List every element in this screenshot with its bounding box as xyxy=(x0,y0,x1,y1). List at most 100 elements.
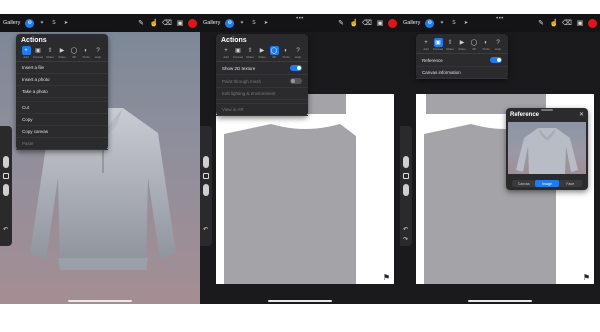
reference-drag-handle[interactable] xyxy=(541,109,553,111)
color-swatch[interactable] xyxy=(588,18,597,28)
eyedropper-square[interactable] xyxy=(403,173,409,179)
tab-add[interactable]: + Add xyxy=(20,46,32,59)
show-2d-texture-toggle[interactable] xyxy=(290,65,302,71)
layers-icon[interactable]: ▣ xyxy=(575,18,585,28)
reference-toggle[interactable] xyxy=(490,57,502,63)
wrench-icon[interactable]: ⚙ xyxy=(25,18,35,28)
tab-prefs[interactable]: ◐ Prefs xyxy=(480,38,492,52)
tab-3d[interactable]: ◯ 3D xyxy=(68,46,80,59)
brush-size-slider[interactable] xyxy=(3,156,9,168)
layers-icon[interactable]: ▣ xyxy=(375,18,385,28)
gallery-button[interactable]: Gallery xyxy=(203,20,220,26)
tab-canvas[interactable]: ▣ Canvas xyxy=(232,46,244,59)
tab-share[interactable]: ⇧ Share xyxy=(44,46,56,59)
tab-add[interactable]: + Add xyxy=(420,38,432,52)
procreate-screen-3d-menu: Gallery ⚙ ✶ S ➤ ••• ✎ ☝ ⌫ ▣ ⚑ Actions + A… xyxy=(200,14,400,304)
canvas-icon: ▣ xyxy=(235,48,241,54)
tab-video[interactable]: ▶ Video xyxy=(456,38,468,51)
brush-icon[interactable]: ✎ xyxy=(336,18,346,28)
menu-item-edit-lighting[interactable]: Edit lighting & environment xyxy=(216,88,308,100)
eraser-icon[interactable]: ⌫ xyxy=(562,18,572,28)
tab-video[interactable]: ▶ Video xyxy=(56,46,68,59)
tab-share[interactable]: ⇧ Share xyxy=(444,38,456,51)
menu-item-insert-photo[interactable]: Insert a photo xyxy=(16,74,108,86)
selection-icon[interactable]: S xyxy=(49,19,58,28)
brush-icon[interactable]: ✎ xyxy=(536,18,546,28)
reference-window[interactable]: Reference ✕ Canvas Image Face xyxy=(506,108,588,190)
opacity-slider[interactable] xyxy=(203,184,209,196)
segment-face[interactable]: Face xyxy=(559,180,582,187)
adjustments-icon[interactable]: ✶ xyxy=(37,19,46,28)
wrench-icon[interactable]: ⚙ xyxy=(225,18,235,28)
help-icon: ? xyxy=(296,47,300,54)
eraser-icon[interactable]: ⌫ xyxy=(162,18,172,28)
share-icon: ⇧ xyxy=(447,40,453,46)
tab-share[interactable]: ⇧ Share xyxy=(244,46,256,59)
brush-icon[interactable]: ✎ xyxy=(136,18,146,28)
transform-icon[interactable]: ➤ xyxy=(61,19,70,28)
color-swatch[interactable] xyxy=(388,18,397,28)
tab-prefs[interactable]: ◐ Prefs xyxy=(280,46,292,60)
reference-mode-segmented: Canvas Image Face xyxy=(512,180,582,187)
opacity-slider[interactable] xyxy=(403,184,409,196)
more-dots[interactable]: ••• xyxy=(496,16,504,22)
close-icon[interactable]: ✕ xyxy=(579,111,584,118)
eraser-icon[interactable]: ⌫ xyxy=(362,18,372,28)
gallery-button[interactable]: Gallery xyxy=(3,20,20,26)
tab-help[interactable]: ? Help xyxy=(92,46,104,60)
tab-help[interactable]: ? Help xyxy=(492,38,504,52)
tab-canvas[interactable]: ▣ Canvas xyxy=(32,46,44,59)
menu-item-take-photo[interactable]: Take a photo xyxy=(16,86,108,98)
texture-canvas[interactable]: ⚑ xyxy=(216,94,394,284)
segment-image[interactable]: Image xyxy=(535,180,559,187)
tab-prefs[interactable]: ◐ Prefs xyxy=(80,46,92,60)
eyedropper-square[interactable] xyxy=(203,173,209,179)
gallery-button[interactable]: Gallery xyxy=(403,20,420,26)
selection-icon[interactable]: S xyxy=(249,19,258,28)
menu-item-canvas-information[interactable]: Canvas information xyxy=(416,67,508,79)
procreate-screen-add-menu: Gallery ⚙ ✶ S ➤ ✎ ☝ ⌫ ▣ Actions + Add ▣ Ca… xyxy=(0,14,200,304)
tab-add[interactable]: + Add xyxy=(220,46,232,60)
segment-canvas[interactable]: Canvas xyxy=(512,180,535,187)
smudge-icon[interactable]: ☝ xyxy=(549,18,559,28)
3d-icon: ◯ xyxy=(470,40,478,46)
menu-item-view-in-ar[interactable]: View in AR xyxy=(216,104,308,116)
layers-icon[interactable]: ▣ xyxy=(175,18,185,28)
brush-size-slider[interactable] xyxy=(203,156,209,168)
adjustments-icon[interactable]: ✶ xyxy=(237,19,246,28)
menu-item-reference[interactable]: Reference xyxy=(416,54,508,67)
opacity-slider[interactable] xyxy=(3,184,9,196)
menu-item-paste[interactable]: Paste xyxy=(16,138,108,150)
tab-3d[interactable]: ◯ 3D xyxy=(268,46,280,59)
menu-item-show-2d-texture[interactable]: Show 2D texture xyxy=(216,62,308,75)
undo-icon[interactable]: ↶ xyxy=(3,226,8,233)
shirt-texture-body xyxy=(224,124,356,284)
tab-help[interactable]: ? Help xyxy=(292,46,304,60)
3d-icon: ◯ xyxy=(70,48,78,54)
wrench-icon[interactable]: ⚙ xyxy=(425,18,435,28)
menu-item-copy[interactable]: Copy xyxy=(16,114,108,126)
tab-canvas[interactable]: ▣ Canvas xyxy=(432,38,444,51)
plus-icon: + xyxy=(21,46,31,55)
adjustments-icon[interactable]: ✶ xyxy=(437,19,446,28)
transform-icon[interactable]: ➤ xyxy=(261,19,270,28)
color-swatch[interactable] xyxy=(188,18,197,28)
redo-icon[interactable]: ↷ xyxy=(403,236,408,243)
undo-icon[interactable]: ↶ xyxy=(403,226,408,233)
actions-title: Actions xyxy=(221,37,247,44)
undo-icon[interactable]: ↶ xyxy=(203,226,208,233)
brush-size-slider[interactable] xyxy=(403,156,409,168)
tab-video[interactable]: ▶ Video xyxy=(256,46,268,59)
menu-item-copy-canvas[interactable]: Copy canvas xyxy=(16,126,108,138)
smudge-icon[interactable]: ☝ xyxy=(149,18,159,28)
tab-3d[interactable]: ◯ 3D xyxy=(468,38,480,51)
selection-icon[interactable]: S xyxy=(449,19,458,28)
eyedropper-square[interactable] xyxy=(3,173,9,179)
menu-item-paint-through-mesh[interactable]: Paint through mesh xyxy=(216,75,308,88)
more-dots[interactable]: ••• xyxy=(296,16,304,22)
smudge-icon[interactable]: ☝ xyxy=(349,18,359,28)
paint-through-mesh-toggle[interactable] xyxy=(290,78,302,84)
menu-item-cut[interactable]: Cut xyxy=(16,102,108,114)
menu-item-insert-file[interactable]: Insert a file xyxy=(16,62,108,74)
transform-icon[interactable]: ➤ xyxy=(461,19,470,28)
